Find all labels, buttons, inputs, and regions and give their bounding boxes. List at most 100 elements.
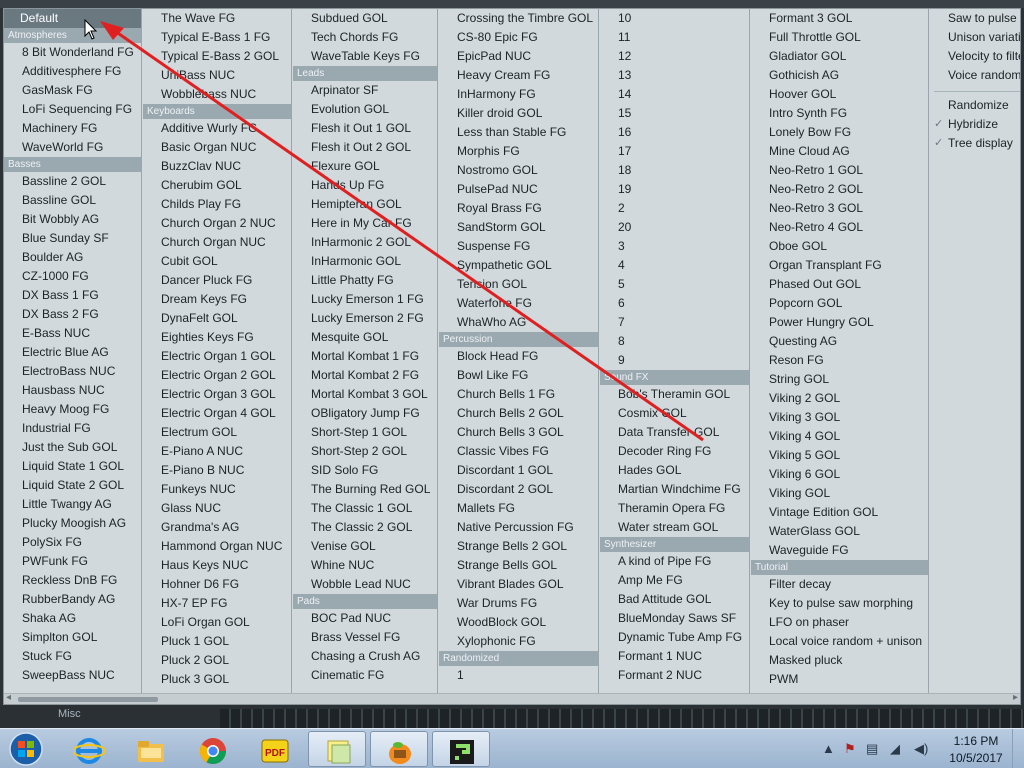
preset-item-popcorn-gol[interactable]: Popcorn GOL (751, 294, 928, 313)
preset-item-9[interactable]: 9 (600, 351, 749, 370)
preset-item-bassline-2-gol[interactable]: Bassline 2 GOL (4, 172, 141, 191)
preset-item-church-bells-2-gol[interactable]: Church Bells 2 GOL (439, 404, 598, 423)
taskbar-fl-studio-button[interactable] (370, 731, 428, 767)
preset-item-electric-organ-3-gol[interactable]: Electric Organ 3 GOL (143, 385, 291, 404)
preset-item-wobblebass-nuc[interactable]: Wobblebass NUC (143, 85, 291, 104)
preset-item-short-step-1-gol[interactable]: Short-Step 1 GOL (293, 423, 437, 442)
preset-item-discordant-2-gol[interactable]: Discordant 2 GOL (439, 480, 598, 499)
preset-item-7[interactable]: 7 (600, 313, 749, 332)
preset-item-gladiator-gol[interactable]: Gladiator GOL (751, 47, 928, 66)
preset-item-15[interactable]: 15 (600, 104, 749, 123)
preset-item-hands-up-fg[interactable]: Hands Up FG (293, 176, 437, 195)
preset-item-pluck-1-gol[interactable]: Pluck 1 GOL (143, 632, 291, 651)
preset-item-war-drums-fg[interactable]: War Drums FG (439, 594, 598, 613)
preset-item-reckless-dnb-fg[interactable]: Reckless DnB FG (4, 571, 141, 590)
preset-item-gothicish-ag[interactable]: Gothicish AG (751, 66, 928, 85)
show-hidden-icon[interactable]: ▲ (822, 741, 835, 756)
preset-item-string-gol[interactable]: String GOL (751, 370, 928, 389)
network-icon[interactable]: ◢ (890, 741, 900, 757)
preset-item-11[interactable]: 11 (600, 28, 749, 47)
preset-item-little-twangy-ag[interactable]: Little Twangy AG (4, 495, 141, 514)
preset-item-formant-3-gol[interactable]: Formant 3 GOL (751, 9, 928, 28)
preset-item-8-bit-wonderland-fg[interactable]: 8 Bit Wonderland FG (4, 43, 141, 62)
preset-item-sandstorm-gol[interactable]: SandStorm GOL (439, 218, 598, 237)
preset-item-questing-ag[interactable]: Questing AG (751, 332, 928, 351)
preset-item-sympathetic-gol[interactable]: Sympathetic GOL (439, 256, 598, 275)
preset-item-dream-keys-fg[interactable]: Dream Keys FG (143, 290, 291, 309)
preset-item-the-classic-2-gol[interactable]: The Classic 2 GOL (293, 518, 437, 537)
preset-item-dx-bass-2-fg[interactable]: DX Bass 2 FG (4, 305, 141, 324)
scroll-right-icon[interactable]: ▸ (1013, 692, 1018, 703)
preset-item-woodblock-gol[interactable]: WoodBlock GOL (439, 613, 598, 632)
preset-item-filter-decay[interactable]: Filter decay (751, 575, 928, 594)
preset-item-liquid-state-1-gol[interactable]: Liquid State 1 GOL (4, 457, 141, 476)
preset-item-mesquite-gol[interactable]: Mesquite GOL (293, 328, 437, 347)
preset-item-church-organ-2-nuc[interactable]: Church Organ 2 NUC (143, 214, 291, 233)
preset-item-e-piano-a-nuc[interactable]: E-Piano A NUC (143, 442, 291, 461)
preset-item-boc-pad-nuc[interactable]: BOC Pad NUC (293, 609, 437, 628)
preset-item-short-step-2-gol[interactable]: Short-Step 2 GOL (293, 442, 437, 461)
preset-item-strange-bells-gol[interactable]: Strange Bells GOL (439, 556, 598, 575)
preset-item-hoover-gol[interactable]: Hoover GOL (751, 85, 928, 104)
preset-item-bassline-gol[interactable]: Bassline GOL (4, 191, 141, 210)
preset-item-church-bells-3-gol[interactable]: Church Bells 3 GOL (439, 423, 598, 442)
scroll-left-icon[interactable]: ◂ (6, 692, 11, 703)
preset-item-default[interactable]: Default (4, 9, 141, 28)
clock-time[interactable]: 1:16 PM (948, 734, 1004, 748)
preset-item-buzzclav-nuc[interactable]: BuzzClav NUC (143, 157, 291, 176)
preset-item-5[interactable]: 5 (600, 275, 749, 294)
preset-item-formant-1-nuc[interactable]: Formant 1 NUC (600, 647, 749, 666)
preset-item-water-stream-gol[interactable]: Water stream GOL (600, 518, 749, 537)
preset-item-intro-synth-fg[interactable]: Intro Synth FG (751, 104, 928, 123)
preset-item-waveguide-fg[interactable]: Waveguide FG (751, 541, 928, 560)
preset-item-grandma-s-ag[interactable]: Grandma's AG (143, 518, 291, 537)
preset-item-hausbass-nuc[interactable]: Hausbass NUC (4, 381, 141, 400)
show-desktop-button[interactable] (1012, 729, 1024, 768)
preset-item-bluemonday-saws-sf[interactable]: BlueMonday Saws SF (600, 609, 749, 628)
taskbar-chrome-button[interactable] (184, 731, 242, 767)
preset-item-haus-keys-nuc[interactable]: Haus Keys NUC (143, 556, 291, 575)
preset-item-formant-2-nuc[interactable]: Formant 2 NUC (600, 666, 749, 685)
preset-item-typical-e-bass-2-gol[interactable]: Typical E-Bass 2 GOL (143, 47, 291, 66)
preset-item-suspense-fg[interactable]: Suspense FG (439, 237, 598, 256)
preset-item-arpinator-sf[interactable]: Arpinator SF (293, 81, 437, 100)
clock-date[interactable]: 10/5/2017 (944, 751, 1008, 765)
preset-item-liquid-state-2-gol[interactable]: Liquid State 2 GOL (4, 476, 141, 495)
preset-item-6[interactable]: 6 (600, 294, 749, 313)
preset-item-pluck-2-gol[interactable]: Pluck 2 GOL (143, 651, 291, 670)
preset-item-full-throttle-gol[interactable]: Full Throttle GOL (751, 28, 928, 47)
preset-item-viking-3-gol[interactable]: Viking 3 GOL (751, 408, 928, 427)
preset-item-cosmix-gol[interactable]: Cosmix GOL (600, 404, 749, 423)
preset-item-morphis-fg[interactable]: Morphis FG (439, 142, 598, 161)
preset-item-block-head-fg[interactable]: Block Head FG (439, 347, 598, 366)
preset-item-vintage-edition-gol[interactable]: Vintage Edition GOL (751, 503, 928, 522)
preset-item-basic-organ-nuc[interactable]: Basic Organ NUC (143, 138, 291, 157)
preset-item-bob-s-theramin-gol[interactable]: Bob's Theramin GOL (600, 385, 749, 404)
preset-item-10[interactable]: 10 (600, 9, 749, 28)
preset-item-electrum-gol[interactable]: Electrum GOL (143, 423, 291, 442)
preset-item-flesh-it-out-2-gol[interactable]: Flesh it Out 2 GOL (293, 138, 437, 157)
preset-item-mortal-kombat-2-fg[interactable]: Mortal Kombat 2 FG (293, 366, 437, 385)
preset-item-theramin-opera-fg[interactable]: Theramin Opera FG (600, 499, 749, 518)
preset-item-childs-play-fg[interactable]: Childs Play FG (143, 195, 291, 214)
preset-item-stuck-fg[interactable]: Stuck FG (4, 647, 141, 666)
volume-icon[interactable]: ◀) (914, 741, 928, 757)
preset-item-voice-random[interactable]: Voice random (930, 66, 1020, 85)
preset-item-obligatory-jump-fg[interactable]: OBligatory Jump FG (293, 404, 437, 423)
preset-item-eighties-keys-fg[interactable]: Eighties Keys FG (143, 328, 291, 347)
preset-item-glass-nuc[interactable]: Glass NUC (143, 499, 291, 518)
preset-item-lofi-organ-gol[interactable]: LoFi Organ GOL (143, 613, 291, 632)
preset-item-funkeys-nuc[interactable]: Funkeys NUC (143, 480, 291, 499)
preset-item-wobble-lead-nuc[interactable]: Wobble Lead NUC (293, 575, 437, 594)
preset-item-polysix-fg[interactable]: PolySix FG (4, 533, 141, 552)
preset-item-velocity-to-filter[interactable]: Velocity to filter (930, 47, 1020, 66)
preset-item-whawho-ag[interactable]: WhaWho AG (439, 313, 598, 332)
preset-item-the-burning-red-gol[interactable]: The Burning Red GOL (293, 480, 437, 499)
preset-item-machinery-fg[interactable]: Machinery FG (4, 119, 141, 138)
preset-item-electric-organ-4-gol[interactable]: Electric Organ 4 GOL (143, 404, 291, 423)
preset-item-just-the-sub-gol[interactable]: Just the Sub GOL (4, 438, 141, 457)
preset-item-inharmonic-gol[interactable]: InHarmonic GOL (293, 252, 437, 271)
preset-item-bad-attitude-gol[interactable]: Bad Attitude GOL (600, 590, 749, 609)
preset-item-decoder-ring-fg[interactable]: Decoder Ring FG (600, 442, 749, 461)
preset-item-mallets-fg[interactable]: Mallets FG (439, 499, 598, 518)
